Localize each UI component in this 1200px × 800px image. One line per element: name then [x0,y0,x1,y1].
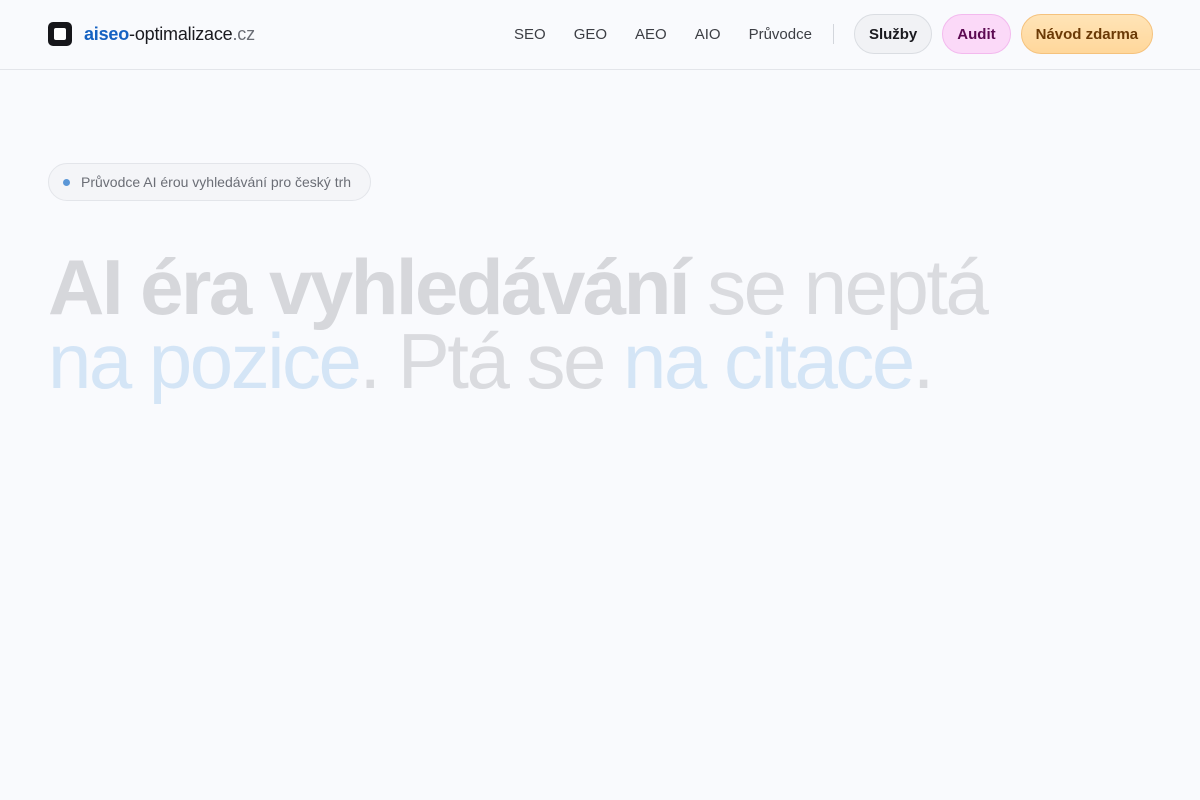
hero-badge: Průvodce AI érou vyhledávání pro český t… [48,163,371,201]
logo-brand: aiseo [84,23,130,44]
headline-blue-1: na pozice [48,317,362,405]
nav-divider [832,24,834,44]
nav-link-geo[interactable]: GEO [574,26,607,43]
site-logo[interactable]: aiseo-optimalizace.cz [48,21,255,47]
logo-text: aiseo-optimalizace.cz [84,24,255,45]
nav-link-guide[interactable]: Průvodce [749,26,812,43]
audit-button[interactable]: Audit [942,14,1011,54]
headline-blue-2: na citace [623,317,915,405]
free-guide-button[interactable]: Návod zdarma [1020,14,1154,54]
hero-headline: AI éra vyhledávání se neptá na pozice. P… [48,248,1148,400]
site-header: aiseo-optimalizace.cz SEO GEO AEO AIO Pr… [0,0,1200,70]
logo-tld: .cz [232,23,255,44]
nav-link-aio[interactable]: AIO [695,26,721,43]
badge-dot-icon [63,178,70,186]
logo-square-icon [48,22,72,46]
main-nav: SEO GEO AEO AIO Průvodce Služby Audit Ná… [514,0,1154,68]
badge-text: Průvodce AI érou vyhledávání pro český t… [81,174,352,190]
nav-link-aeo[interactable]: AEO [635,26,667,43]
headline-light-2: . Ptá se [359,317,624,405]
nav-link-seo[interactable]: SEO [514,26,546,43]
headline-light-3: . [912,317,935,405]
services-button[interactable]: Služby [853,14,933,54]
logo-main: -optimalizace [129,23,233,44]
